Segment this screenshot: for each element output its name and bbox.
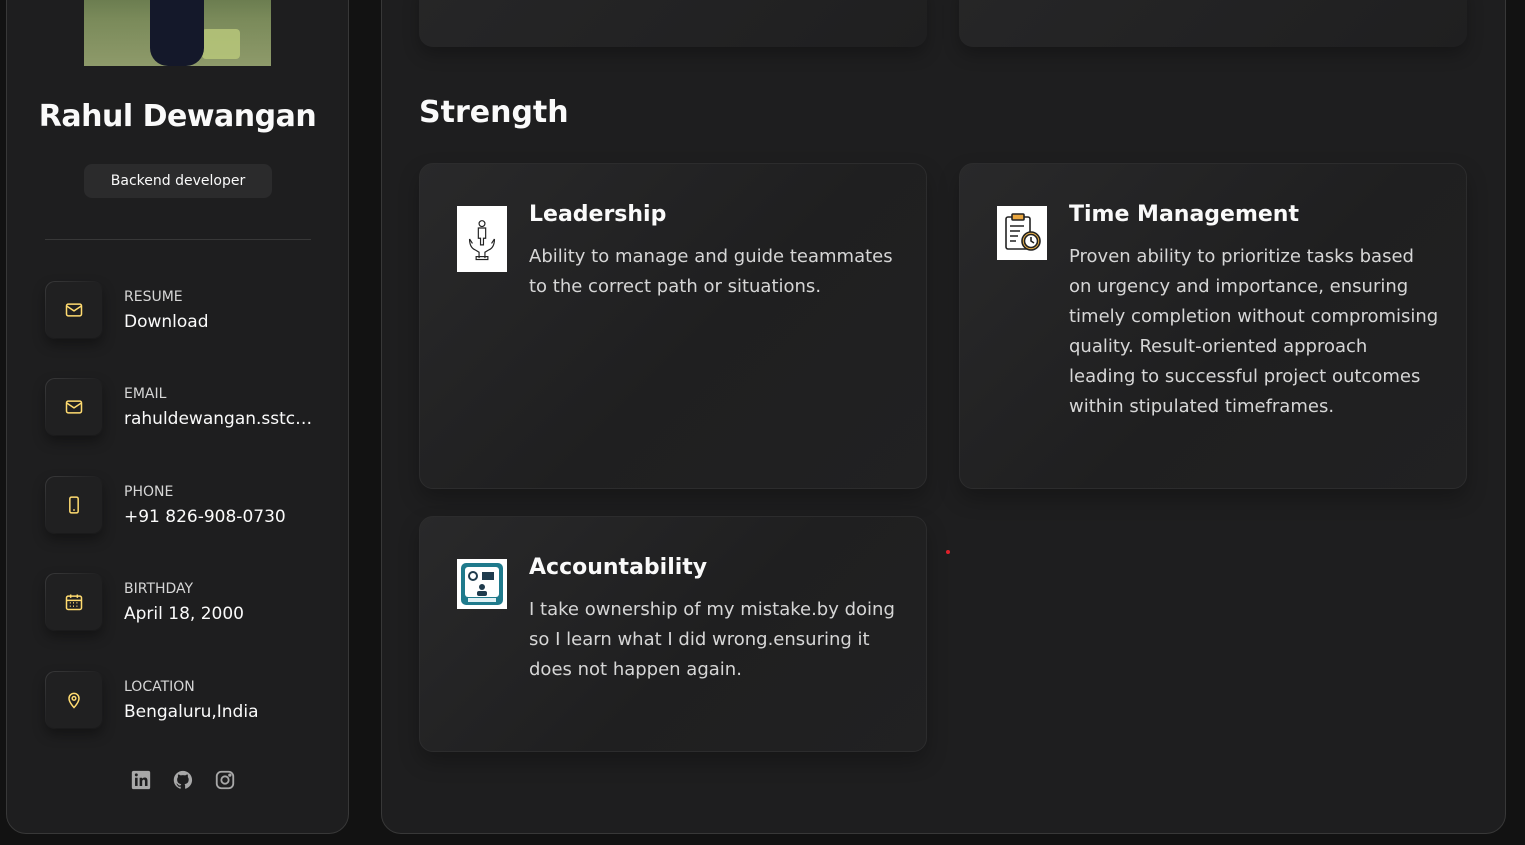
top-card-left	[419, 0, 927, 47]
section-title-strength: Strength	[419, 95, 569, 130]
contact-location: LOCATION Bengaluru,India	[45, 671, 325, 729]
card-title: Accountability	[529, 555, 708, 580]
card-title: Leadership	[529, 202, 667, 227]
red-dot	[946, 550, 950, 554]
avatar	[84, 0, 271, 66]
github-icon[interactable]	[171, 768, 195, 792]
location-icon	[45, 671, 103, 729]
strength-card-accountability: Accountability I take ownership of my mi…	[419, 516, 927, 752]
strength-card-time-management: Time Management Proven ability to priori…	[959, 163, 1467, 489]
resume-download-link[interactable]: Download	[124, 312, 324, 332]
contact-email: EMAIL rahuldewangan.sstc…	[45, 378, 325, 436]
phone-icon	[45, 476, 103, 534]
location-value: Bengaluru,India	[124, 702, 259, 722]
contact-label: RESUME	[124, 289, 183, 305]
sidebar-separator	[45, 239, 311, 240]
avatar-figure	[150, 0, 204, 66]
profile-name: Rahul Dewangan	[38, 99, 317, 134]
time-management-icon	[997, 206, 1047, 260]
contact-label: PHONE	[124, 484, 174, 500]
card-text: Ability to manage and guide teammates to…	[529, 246, 893, 297]
mail-icon	[45, 281, 103, 339]
card-title: Time Management	[1069, 202, 1299, 227]
contact-label: BIRTHDAY	[124, 581, 194, 597]
phone-link[interactable]: +91 826-908-0730	[124, 507, 324, 527]
leadership-icon	[457, 206, 507, 272]
profile-title-badge: Backend developer	[84, 164, 272, 198]
strength-card-leadership: Leadership Ability to manage and guide t…	[419, 163, 927, 489]
sidebar: Rahul Dewangan Backend developer RESUME …	[6, 0, 349, 834]
contact-phone: PHONE +91 826-908-0730	[45, 476, 325, 534]
linkedin-icon[interactable]	[129, 768, 153, 792]
instagram-icon[interactable]	[213, 768, 237, 792]
contact-birthday: BIRTHDAY April 18, 2000	[45, 573, 325, 631]
avatar-chair	[202, 29, 240, 59]
main-panel: Strength Leadership Ability to manage an…	[381, 0, 1506, 834]
contact-resume: RESUME Download	[45, 281, 325, 339]
mail-icon	[45, 378, 103, 436]
card-text: Proven ability to prioritize tasks based…	[1069, 246, 1439, 417]
birthday-value: April 18, 2000	[124, 604, 244, 624]
contact-label: LOCATION	[124, 679, 195, 695]
calendar-icon	[45, 573, 103, 631]
card-text: I take ownership of my mistake.by doing …	[529, 599, 895, 680]
accountability-icon	[457, 559, 507, 609]
contact-label: EMAIL	[124, 386, 167, 402]
email-link[interactable]: rahuldewangan.sstc…	[124, 409, 324, 429]
top-card-right	[959, 0, 1467, 47]
